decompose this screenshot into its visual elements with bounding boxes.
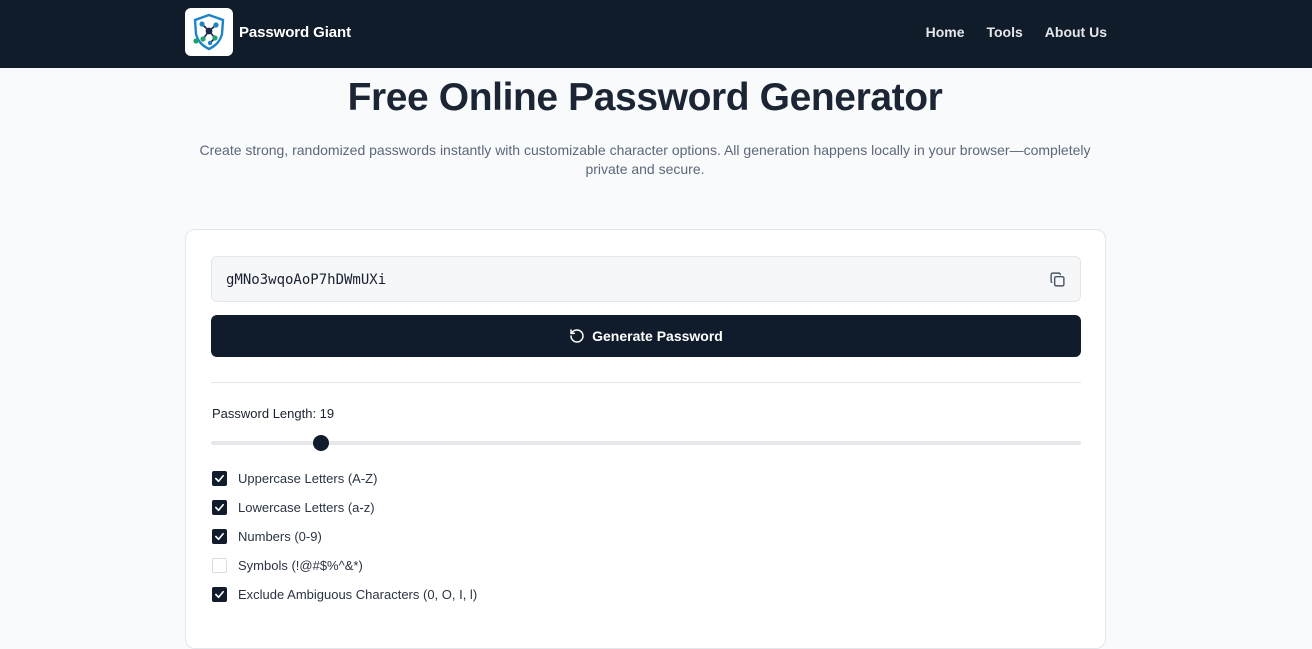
brand[interactable]: Password Giant xyxy=(185,8,351,56)
option-numbers[interactable]: Numbers (0-9) xyxy=(212,529,322,544)
nav-home-link[interactable]: Home xyxy=(926,24,965,40)
nav-tools-link[interactable]: Tools xyxy=(986,24,1022,40)
shield-network-icon xyxy=(185,8,233,56)
copy-button[interactable] xyxy=(1047,269,1067,289)
exclude-ambiguous-label: Exclude Ambiguous Characters (0, O, I, l… xyxy=(238,587,478,602)
option-uppercase[interactable]: Uppercase Letters (A-Z) xyxy=(212,471,377,486)
brand-name: Password Giant xyxy=(239,23,351,41)
divider xyxy=(211,382,1081,383)
exclude-ambiguous-checkbox[interactable] xyxy=(212,587,227,602)
lowercase-label: Lowercase Letters (a-z) xyxy=(238,500,375,515)
page-description: Create strong, randomized passwords inst… xyxy=(199,142,1091,177)
symbols-checkbox[interactable] xyxy=(212,558,227,573)
slider-thumb[interactable] xyxy=(313,435,330,451)
numbers-label: Numbers (0-9) xyxy=(238,529,322,544)
generate-password-button[interactable]: Generate Password xyxy=(211,315,1081,357)
uppercase-label: Uppercase Letters (A-Z) xyxy=(238,471,378,486)
option-symbols[interactable]: Symbols (!@#$%^&*) xyxy=(212,558,363,573)
page-title: Free Online Password Generator xyxy=(347,76,943,119)
symbols-label: Symbols (!@#$%^&*) xyxy=(238,558,363,573)
password-length-label: Password Length: 19 xyxy=(212,406,335,421)
option-lowercase[interactable]: Lowercase Letters (a-z) xyxy=(212,500,375,515)
password-output-text: gMNo3wqoAoP7hDWmUXi xyxy=(226,272,387,288)
top-navbar: Password Giant Home Tools About Us xyxy=(0,0,1312,68)
password-length-slider[interactable] xyxy=(211,434,1081,452)
refresh-icon xyxy=(570,329,584,343)
slider-track[interactable] xyxy=(211,441,1081,445)
nav-about-us-link[interactable]: About Us xyxy=(1045,24,1107,40)
main-nav: Home Tools About Us xyxy=(926,24,1107,40)
generator-card: gMNo3wqoAoP7hDWmUXi Generate Password Pa… xyxy=(185,229,1106,649)
lowercase-checkbox[interactable] xyxy=(212,500,227,515)
uppercase-checkbox[interactable] xyxy=(212,471,227,486)
generate-password-label: Generate Password xyxy=(592,328,723,344)
numbers-checkbox[interactable] xyxy=(212,529,227,544)
option-exclude-ambiguous[interactable]: Exclude Ambiguous Characters (0, O, I, l… xyxy=(212,587,477,602)
copy-icon xyxy=(1049,271,1065,287)
password-output-field[interactable]: gMNo3wqoAoP7hDWmUXi xyxy=(211,256,1081,302)
